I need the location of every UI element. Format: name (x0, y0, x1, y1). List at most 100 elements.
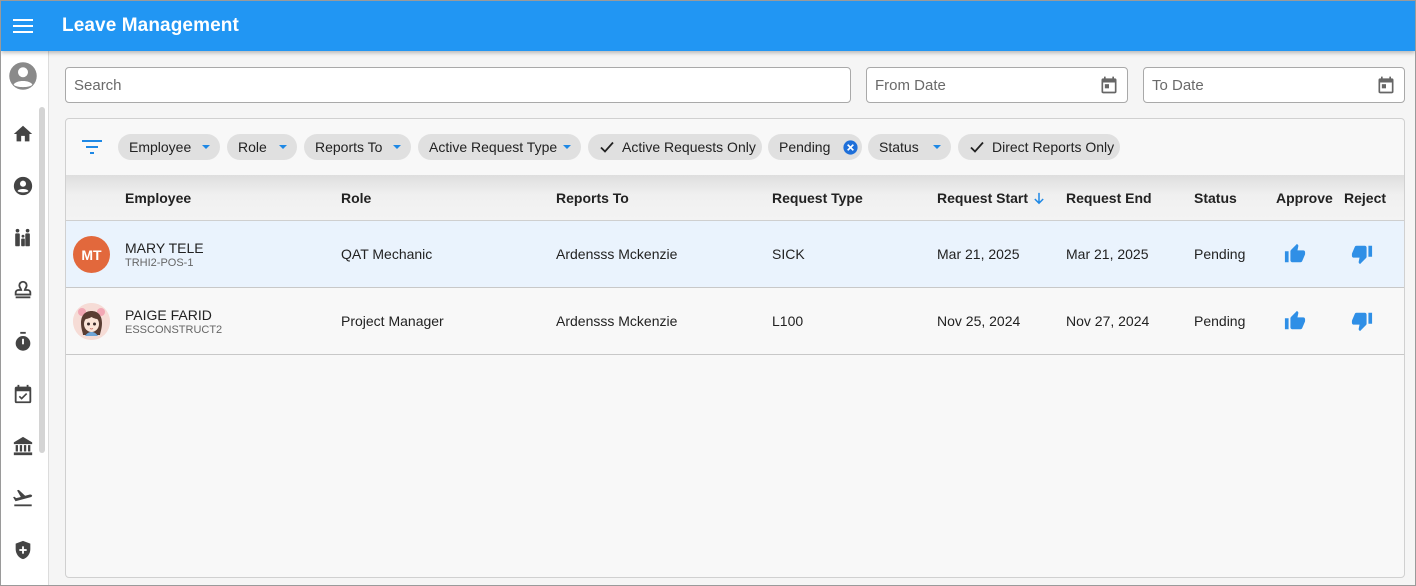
thumb-down-icon[interactable] (1351, 243, 1373, 265)
chip-label: Active Requests Only (622, 139, 756, 155)
column-header-approve: Approve (1276, 190, 1333, 206)
bank-icon (13, 436, 33, 456)
chip-label: Employee (129, 139, 192, 155)
column-header-status[interactable]: Status (1194, 190, 1237, 206)
sidebar-item-time[interactable] (10, 329, 36, 355)
to-date-field (1143, 67, 1405, 103)
stamp-icon (14, 280, 32, 299)
chip-role[interactable]: Role (227, 134, 297, 160)
reports-to-cell: Ardensss Mckenzie (556, 313, 678, 329)
chip-active-request-type[interactable]: Active Request Type (418, 134, 581, 160)
chip-label: Active Request Type (429, 139, 558, 155)
calendar-icon[interactable] (1376, 75, 1396, 95)
chip-status[interactable]: Status (868, 134, 951, 160)
avatar: MT (73, 236, 110, 273)
column-header-request-type[interactable]: Request Type (772, 190, 863, 206)
chip-active-requests-only[interactable]: Active Requests Only (588, 134, 762, 160)
request-start-cell: Nov 25, 2024 (937, 313, 1021, 329)
search-input[interactable] (66, 68, 850, 102)
hamburger-menu-icon (13, 19, 33, 33)
sidebar-item-benefits[interactable] (10, 537, 36, 563)
thumb-up-icon[interactable] (1284, 310, 1306, 332)
from-date-input[interactable] (867, 68, 1127, 102)
account-circle-icon (9, 62, 37, 90)
chevron-down-icon (279, 145, 287, 149)
sidebar (1, 51, 49, 585)
menu-button[interactable] (1, 1, 45, 51)
app-bar: Leave Management (1, 1, 1415, 51)
flight-takeoff-icon (13, 489, 33, 507)
sidebar-item-bank[interactable] (10, 433, 36, 459)
sidebar-item-profile[interactable] (8, 61, 38, 91)
table-row[interactable]: MT MARY TELE TRHI2-POS-1 QAT Mechanic Ar… (66, 221, 1404, 288)
employee-code: ESSCONSTRUCT2 (125, 324, 223, 336)
sidebar-item-home[interactable] (10, 121, 36, 147)
thumb-down-icon[interactable] (1351, 310, 1373, 332)
status-cell: Pending (1194, 246, 1246, 262)
request-type-cell: L100 (772, 313, 804, 329)
avatar-initials: MT (81, 246, 102, 263)
sidebar-scrollbar[interactable] (39, 107, 45, 453)
app-title: Leave Management (62, 15, 239, 36)
chip-label: Pending (779, 139, 831, 155)
column-header-request-start[interactable]: Request Start (937, 190, 1045, 206)
filter-icon[interactable] (81, 138, 103, 156)
chip-label: Status (879, 139, 919, 155)
request-end-cell: Mar 21, 2025 (1066, 246, 1149, 262)
app-window: Leave Management Search From Date To Dat… (0, 0, 1416, 586)
arrow-down-icon (1034, 192, 1044, 204)
sidebar-item-approvals[interactable] (10, 277, 36, 303)
family-icon (15, 228, 30, 247)
column-header-reports-to[interactable]: Reports To (556, 190, 629, 206)
chevron-down-icon (563, 145, 571, 149)
request-type-cell: SICK (772, 246, 805, 262)
chip-label: Reports To (315, 139, 383, 155)
role-cell: QAT Mechanic (341, 246, 433, 262)
employee-code: TRHI2-POS-1 (125, 257, 194, 269)
column-header-request-end[interactable]: Request End (1066, 190, 1152, 206)
search-field (65, 67, 851, 103)
chip-reports-to[interactable]: Reports To (304, 134, 411, 160)
reports-to-cell: Ardensss Mckenzie (556, 246, 678, 262)
sidebar-item-travel[interactable] (10, 485, 36, 511)
remove-chip-icon[interactable] (842, 139, 859, 156)
shield-plus-icon (15, 540, 31, 560)
column-header-label: Request Start (937, 190, 1029, 206)
avatar-portrait-icon (73, 303, 110, 340)
filter-bar: Employee Role Reports To Active Request … (66, 119, 1404, 175)
avatar (73, 303, 110, 340)
to-date-input[interactable] (1144, 68, 1404, 102)
employee-name: MARY TELE (125, 240, 204, 256)
home-icon (13, 125, 33, 142)
chip-direct-reports-only[interactable]: Direct Reports Only (958, 134, 1120, 160)
column-header-employee[interactable]: Employee (125, 190, 191, 206)
person-icon (13, 176, 33, 196)
chip-label: Direct Reports Only (992, 139, 1115, 155)
thumb-up-icon[interactable] (1284, 243, 1306, 265)
column-header-reject: Reject (1344, 190, 1387, 206)
column-header-role[interactable]: Role (341, 190, 371, 206)
table-row[interactable]: PAIGE FARID ESSCONSTRUCT2 Project Manage… (66, 288, 1404, 355)
chip-pending[interactable]: Pending (768, 134, 862, 160)
stopwatch-icon (15, 331, 31, 351)
calendar-icon[interactable] (1099, 75, 1119, 95)
employee-name: PAIGE FARID (125, 307, 212, 323)
chevron-down-icon (393, 145, 401, 149)
sidebar-item-person[interactable] (10, 173, 36, 199)
from-date-field (866, 67, 1128, 103)
table-header: Employee Role Reports To Request Type Re… (66, 175, 1404, 221)
check-icon (599, 140, 615, 154)
check-icon (969, 140, 985, 154)
chevron-down-icon (202, 145, 210, 149)
chip-employee[interactable]: Employee (118, 134, 220, 160)
chevron-down-icon (933, 145, 941, 149)
chip-label: Role (238, 139, 267, 155)
role-cell: Project Manager (341, 313, 444, 329)
request-end-cell: Nov 27, 2024 (1066, 313, 1150, 329)
request-start-cell: Mar 21, 2025 (937, 246, 1020, 262)
requests-panel: Employee Role Reports To Active Request … (65, 118, 1405, 578)
status-cell: Pending (1194, 313, 1246, 329)
calendar-check-icon (14, 384, 32, 404)
sidebar-item-family[interactable] (10, 225, 36, 251)
sidebar-item-leave[interactable] (10, 381, 36, 407)
